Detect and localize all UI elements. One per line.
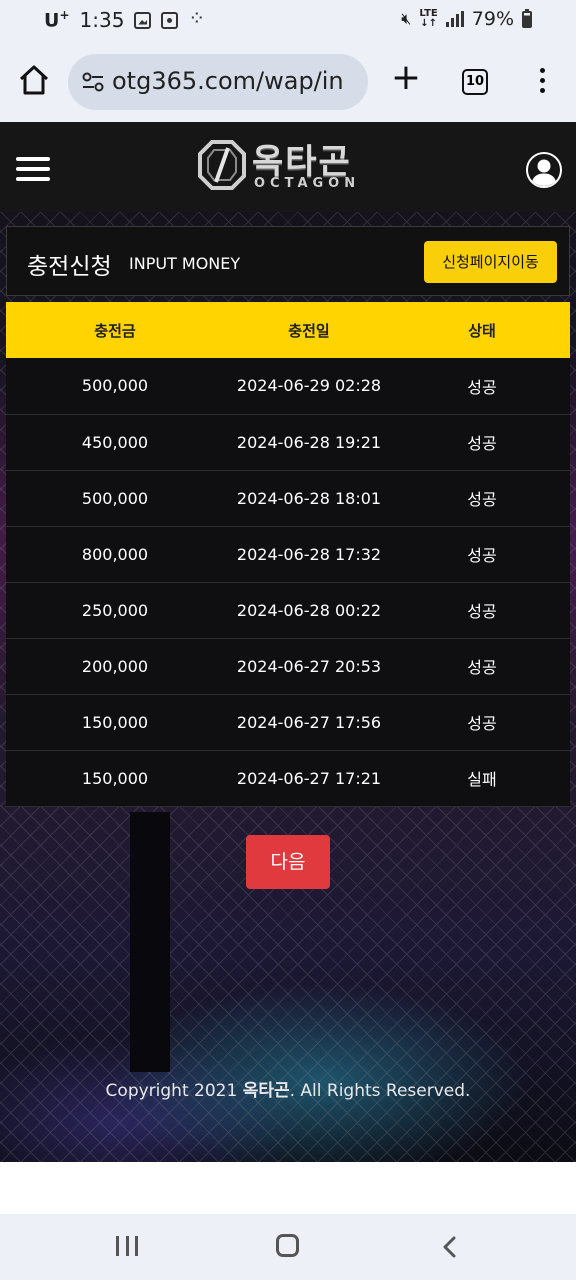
plus-icon: + bbox=[390, 57, 422, 98]
octagon-logo-icon bbox=[198, 140, 246, 190]
system-navigation-bar bbox=[0, 1214, 576, 1280]
copyright-brand: 옥타곤 bbox=[242, 1081, 290, 1101]
panel-title: 충전신청 bbox=[27, 254, 112, 280]
home-icon bbox=[19, 65, 49, 95]
go-to-apply-page-button[interactable]: 신청페이지이동 bbox=[424, 241, 557, 283]
page-blank-area bbox=[0, 1162, 576, 1214]
tab-switcher-button[interactable]: 10 bbox=[462, 69, 488, 95]
battery-percent: 79% bbox=[471, 8, 514, 30]
recent-apps-icon[interactable] bbox=[116, 1236, 138, 1256]
cell-date: 2024-06-28 18:01 bbox=[236, 488, 382, 508]
table-row: 450,000 2024-06-28 19:21 성공 bbox=[6, 414, 570, 470]
status-left: U+ 1:35 bbox=[44, 6, 205, 33]
cell-status: 성공 bbox=[467, 602, 497, 621]
browser-menu-button[interactable] bbox=[532, 68, 552, 98]
cell-amount: 150,000 bbox=[81, 768, 149, 788]
carrier-label: U+ bbox=[44, 8, 70, 32]
status-bar: U+ 1:35 🔇︎ LTE↓↑ 79% bbox=[0, 0, 576, 42]
cell-date: 2024-06-28 17:32 bbox=[236, 544, 382, 564]
deposit-panel-header: 충전신청 INPUT MONEY 신청페이지이동 bbox=[6, 226, 570, 296]
status-right: 🔇︎ LTE ↓↑ 79% bbox=[401, 8, 532, 30]
cell-amount: 150,000 bbox=[81, 712, 149, 732]
cell-amount: 250,000 bbox=[81, 600, 149, 620]
browser-home-button[interactable] bbox=[16, 62, 52, 98]
table-row: 500,000 2024-06-29 02:28 성공 bbox=[6, 358, 570, 414]
cell-amount: 800,000 bbox=[81, 544, 149, 564]
table-header-row: 충전금 충전일 상태 bbox=[6, 302, 570, 358]
header-amount: 충전금 bbox=[94, 321, 136, 340]
copyright-suffix: . All Rights Reserved. bbox=[289, 1081, 471, 1101]
cell-status: 성공 bbox=[467, 546, 497, 565]
cell-date: 2024-06-27 20:53 bbox=[236, 656, 382, 676]
cell-status: 성공 bbox=[467, 434, 497, 453]
logo-english-text: OCTAGON bbox=[254, 176, 361, 191]
website: 옥타곤 OCTAGON 충전신청 INPUT MONEY 신청페이지이동 충전금… bbox=[0, 122, 576, 1162]
table-row: 150,000 2024-06-27 17:56 성공 bbox=[6, 694, 570, 750]
cell-amount: 450,000 bbox=[81, 432, 149, 452]
vibrate-mute-icon: 🔇︎ bbox=[401, 9, 412, 28]
new-tab-button[interactable]: + bbox=[390, 60, 422, 100]
cell-status: 실패 bbox=[467, 770, 497, 789]
table-row: 250,000 2024-06-28 00:22 성공 bbox=[6, 582, 570, 638]
panel-subtitle: INPUT MONEY bbox=[129, 254, 241, 273]
back-icon[interactable] bbox=[440, 1236, 460, 1258]
table-row: 800,000 2024-06-28 17:32 성공 bbox=[6, 526, 570, 582]
header-date: 충전일 bbox=[288, 321, 330, 340]
status-time: 1:35 bbox=[79, 8, 125, 32]
site-header: 옥타곤 OCTAGON bbox=[0, 122, 576, 212]
cell-status: 성공 bbox=[467, 658, 497, 677]
browser-toolbar: otg365.com/wap/in + 10 bbox=[0, 42, 576, 122]
cell-date: 2024-06-29 02:28 bbox=[236, 376, 382, 396]
cell-amount: 500,000 bbox=[81, 488, 149, 508]
cell-status: 성공 bbox=[467, 490, 497, 509]
user-icon bbox=[531, 159, 557, 186]
battery-icon bbox=[522, 8, 532, 28]
cell-amount: 200,000 bbox=[81, 656, 149, 676]
address-bar[interactable]: otg365.com/wap/in bbox=[68, 54, 368, 110]
deposit-history-table: 충전금 충전일 상태 500,000 2024-06-29 02:28 성공 4… bbox=[6, 302, 570, 807]
table-row: 150,000 2024-06-27 17:21 실패 bbox=[6, 750, 570, 806]
table-row: 200,000 2024-06-27 20:53 성공 bbox=[6, 638, 570, 694]
lte-icon: LTE ↓↑ bbox=[419, 8, 438, 29]
signal-icon bbox=[445, 11, 464, 27]
user-account-button[interactable] bbox=[526, 152, 562, 188]
copyright-footer: Copyright 2021 옥타곤. All Rights Reserved. bbox=[0, 1076, 576, 1101]
site-settings-icon[interactable] bbox=[82, 72, 104, 92]
header-status: 상태 bbox=[468, 321, 496, 340]
copyright-prefix: Copyright 2021 bbox=[105, 1081, 238, 1101]
gallery-notification-icon bbox=[134, 11, 152, 29]
home-nav-icon[interactable] bbox=[276, 1234, 299, 1257]
next-page-button[interactable]: 다음 bbox=[246, 835, 330, 889]
cell-date: 2024-06-28 19:21 bbox=[236, 432, 382, 452]
cell-status: 성공 bbox=[467, 714, 497, 733]
cell-date: 2024-06-27 17:56 bbox=[236, 712, 382, 732]
site-logo[interactable]: 옥타곤 OCTAGON bbox=[198, 138, 382, 198]
cage-pillar bbox=[130, 812, 170, 1072]
hamburger-menu-icon[interactable] bbox=[16, 157, 50, 181]
url-text[interactable]: otg365.com/wap/in bbox=[112, 67, 360, 95]
media-notification-icon bbox=[161, 11, 179, 29]
cell-date: 2024-06-27 17:21 bbox=[236, 768, 382, 788]
cell-date: 2024-06-28 00:22 bbox=[236, 600, 382, 620]
table-row: 500,000 2024-06-28 18:01 성공 bbox=[6, 470, 570, 526]
cell-status: 성공 bbox=[467, 377, 497, 397]
cell-amount: 500,000 bbox=[81, 376, 149, 396]
apps-notification-icon bbox=[188, 6, 205, 30]
